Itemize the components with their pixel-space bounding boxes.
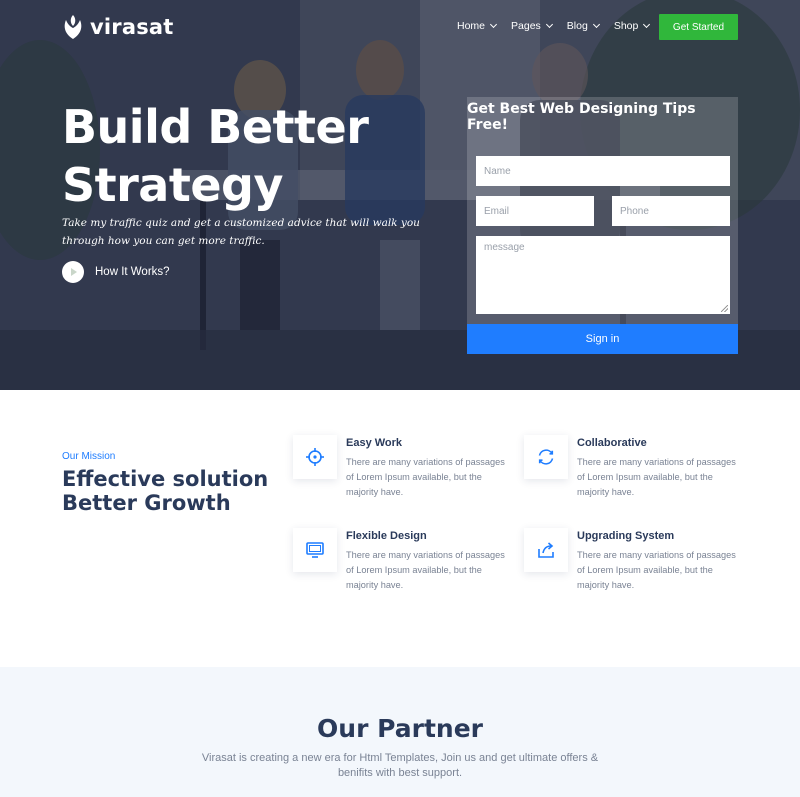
- mission-eyebrow: Our Mission: [62, 451, 116, 462]
- feature-description: There are many variations of passages of…: [577, 550, 736, 590]
- nav-item-label: Blog: [566, 20, 588, 32]
- message-textarea[interactable]: [476, 236, 730, 314]
- nav-item-label: Pages: [511, 20, 541, 32]
- refresh-icon: [538, 449, 554, 465]
- feature-description: There are many variations of passages of…: [346, 457, 505, 497]
- feature-description: There are many variations of passages of…: [346, 550, 505, 590]
- brand-name: virasat: [90, 15, 174, 39]
- feature-card-collaborative: Collaborative There are many variations …: [524, 435, 739, 505]
- hero-section: virasat Home Pages Blog Shop Get Started…: [0, 0, 800, 390]
- feature-icon-box: [293, 435, 337, 479]
- nav-item-shop[interactable]: Shop: [613, 20, 651, 32]
- play-icon: [71, 268, 77, 276]
- monitor-icon: [306, 542, 324, 558]
- resize-handle-icon[interactable]: [721, 305, 728, 312]
- feature-title: Flexible Design: [346, 530, 427, 542]
- brand-logo[interactable]: virasat: [62, 14, 174, 40]
- chevron-down-icon: [545, 20, 553, 29]
- feature-title: Easy Work: [346, 437, 403, 449]
- partner-section: Our Partner Virasat is creating a new er…: [0, 667, 800, 797]
- partner-title: Our Partner: [317, 714, 483, 743]
- feature-icon-box: [293, 528, 337, 572]
- nav-item-label: Home: [457, 20, 486, 32]
- feature-card-upgrading-system: Upgrading System There are many variatio…: [524, 528, 739, 598]
- feature-card-easy-work: Easy Work There are many variations of p…: [293, 435, 508, 505]
- chevron-down-icon: [489, 20, 498, 29]
- how-it-works-link[interactable]: How It Works?: [62, 261, 170, 283]
- feature-description: There are many variations of passages of…: [577, 457, 736, 497]
- top-navigation: virasat Home Pages Blog Shop Get Started: [0, 0, 800, 54]
- nav-item-label: Shop: [613, 20, 639, 32]
- nav-item-pages[interactable]: Pages: [511, 20, 553, 32]
- hero-subtitle: Take my traffic quiz and get a customize…: [62, 217, 420, 247]
- hero-title: Build Better Strategy: [62, 100, 369, 212]
- chevron-down-icon: [592, 20, 600, 29]
- crosshair-icon: [306, 448, 324, 466]
- mission-section: Our Mission Effective solution Better Gr…: [0, 390, 800, 667]
- feature-title: Collaborative: [577, 437, 647, 449]
- play-button-icon[interactable]: [62, 261, 84, 283]
- get-started-button[interactable]: Get Started: [659, 14, 738, 40]
- nav-item-home[interactable]: Home: [457, 20, 498, 32]
- share-icon: [538, 542, 554, 558]
- feature-title: Upgrading System: [577, 530, 675, 542]
- leaf-logo-icon: [64, 15, 82, 39]
- main-menu: Home Pages Blog Shop: [457, 20, 651, 32]
- phone-input[interactable]: [612, 196, 730, 226]
- form-title: Get Best Web Designing Tips Free!: [467, 101, 696, 133]
- feature-card-flexible-design: Flexible Design There are many variation…: [293, 528, 508, 598]
- partner-description: Virasat is creating a new era for Html T…: [201, 752, 599, 779]
- tips-signup-form: Get Best Web Designing Tips Free! Sign i…: [467, 97, 738, 354]
- nav-item-blog[interactable]: Blog: [566, 20, 600, 32]
- how-it-works-label: How It Works?: [95, 266, 170, 278]
- sign-in-button[interactable]: Sign in: [467, 324, 738, 354]
- email-input[interactable]: [476, 196, 594, 226]
- name-input[interactable]: [476, 156, 730, 186]
- chevron-down-icon: [643, 20, 651, 29]
- feature-icon-box: [524, 435, 568, 479]
- mission-title: Effective solution Better Growth: [62, 467, 269, 515]
- feature-icon-box: [524, 528, 568, 572]
